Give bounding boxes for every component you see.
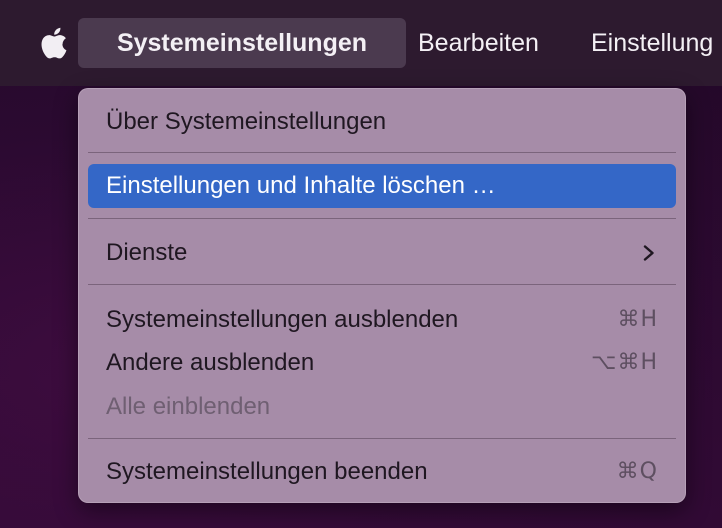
menu-item-label: Alle einblenden	[106, 393, 271, 420]
apple-logo-icon[interactable]	[38, 26, 68, 60]
menu-item-quit[interactable]: Systemeinstellungen beenden ⌘Q	[88, 450, 676, 494]
menu-item-erase-settings[interactable]: Einstellungen und Inhalte löschen …	[88, 164, 676, 208]
menu-separator	[88, 284, 676, 285]
menu-item-hide-others[interactable]: Andere ausblenden ⌥⌘H	[88, 341, 676, 385]
menu-item-services[interactable]: Dienste	[88, 231, 676, 275]
chevron-right-icon	[643, 245, 654, 261]
menu-systemeinstellungen[interactable]: Systemeinstellungen	[78, 18, 406, 68]
menu-item-show-all: Alle einblenden	[88, 385, 676, 429]
menu-item-label: Andere ausblenden	[106, 349, 315, 376]
menu-bar: Systemeinstellungen Bearbeiten Einstellu…	[0, 0, 722, 86]
shortcut-hint: ⌥⌘H	[591, 350, 658, 375]
menu-item-label: Einstellungen und Inhalte löschen …	[106, 172, 496, 199]
menu-item-hide[interactable]: Systemeinstellungen ausblenden ⌘H	[88, 298, 676, 342]
menu-einstellungen[interactable]: Einstellung	[591, 18, 713, 68]
menu-bearbeiten[interactable]: Bearbeiten	[418, 18, 539, 68]
shortcut-hint: ⌘H	[617, 307, 658, 332]
menu-item-about[interactable]: Über Systemeinstellungen	[88, 100, 676, 144]
menu-item-label: Dienste	[106, 239, 188, 266]
menu-separator	[88, 152, 676, 153]
menu-separator	[88, 218, 676, 219]
shortcut-hint: ⌘Q	[616, 459, 658, 484]
menu-item-label: Systemeinstellungen beenden	[106, 458, 428, 485]
menu-separator	[88, 438, 676, 439]
menu-item-label: Systemeinstellungen ausblenden	[106, 306, 459, 333]
app-menu-dropdown: Über Systemeinstellungen Einstellungen u…	[78, 88, 686, 503]
menu-item-label: Über Systemeinstellungen	[106, 108, 387, 135]
